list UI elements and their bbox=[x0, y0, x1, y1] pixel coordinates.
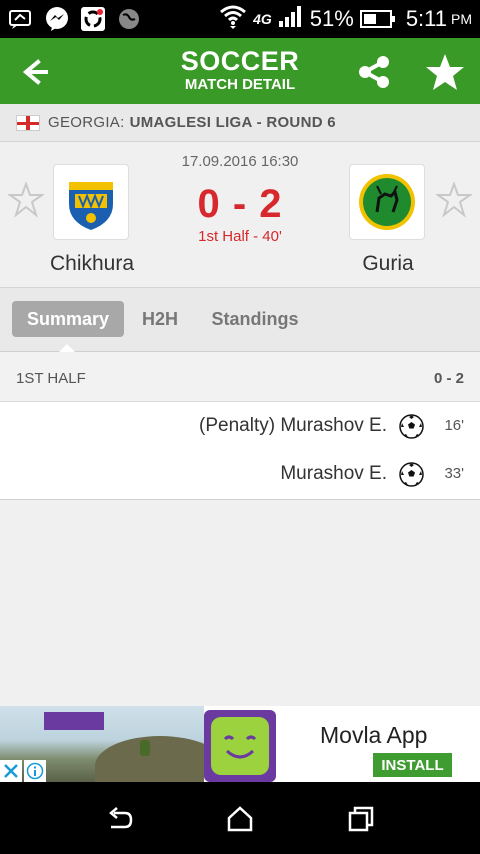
nav-recents-button[interactable] bbox=[346, 804, 376, 834]
half-label: 1ST HALF bbox=[16, 370, 86, 387]
globe-icon bbox=[116, 6, 142, 32]
league-name: UMAGLESI LIGA - ROUND 6 bbox=[129, 114, 336, 131]
star-outline-icon bbox=[434, 181, 474, 218]
messenger-icon bbox=[44, 6, 70, 32]
info-icon bbox=[26, 762, 44, 780]
clock-ampm: PM bbox=[451, 11, 472, 27]
away-team-favorite-button[interactable] bbox=[434, 181, 474, 218]
sync-icon bbox=[80, 6, 106, 32]
match-status: 1st Half - 40' bbox=[198, 228, 282, 245]
star-icon bbox=[426, 54, 464, 90]
signal-icon bbox=[278, 5, 304, 33]
nav-back-button[interactable] bbox=[105, 804, 135, 834]
favorite-match-button[interactable] bbox=[424, 52, 466, 92]
event-list: (Penalty) Murashov E. 16' Murashov E. 33… bbox=[0, 402, 480, 500]
ad-banner[interactable]: Movla App INSTALL bbox=[0, 706, 480, 782]
page-subtitle: MATCH DETAIL bbox=[184, 76, 296, 93]
nav-home-button[interactable] bbox=[225, 804, 255, 834]
battery-icon bbox=[359, 10, 395, 28]
ad-info-button[interactable] bbox=[24, 760, 46, 782]
system-nav-bar bbox=[0, 782, 480, 854]
soccer-ball-icon bbox=[399, 462, 424, 487]
match-score: 0 - 2 bbox=[197, 182, 283, 226]
soccer-ball-icon bbox=[399, 414, 424, 439]
away-team-logo[interactable] bbox=[349, 164, 425, 240]
close-icon bbox=[4, 764, 18, 778]
ad-app-icon bbox=[204, 710, 276, 782]
event-row[interactable]: Murashov E. 33' bbox=[0, 450, 480, 498]
detail-tabs: Summary H2H Standings bbox=[0, 288, 480, 353]
page-title: SOCCER bbox=[180, 46, 300, 76]
battery-percent: 51% bbox=[309, 6, 354, 31]
ad-image-caption bbox=[44, 712, 104, 730]
ad-install-button[interactable]: INSTALL bbox=[373, 753, 452, 777]
home-team-name[interactable]: Chikhura bbox=[22, 252, 162, 276]
ad-title: Movla App bbox=[320, 722, 428, 748]
event-player: (Penalty) Murashov E. bbox=[199, 415, 387, 436]
nav-back-icon bbox=[109, 807, 133, 829]
home-icon bbox=[227, 806, 253, 832]
chikhura-crest-icon bbox=[69, 182, 113, 230]
event-row[interactable]: (Penalty) Murashov E. 16' bbox=[0, 402, 480, 450]
league-header[interactable]: GEORGIA: UMAGLESI LIGA - ROUND 6 bbox=[0, 104, 480, 142]
status-bar: 4G 51% 5:11 PM bbox=[0, 0, 480, 38]
network-type: 4G bbox=[253, 11, 272, 27]
recents-icon bbox=[348, 806, 374, 832]
match-datetime: 17.09.2016 16:30 bbox=[181, 153, 299, 170]
half-score: 0 - 2 bbox=[433, 370, 464, 387]
tab-summary[interactable]: Summary bbox=[12, 301, 124, 337]
ad-close-button[interactable] bbox=[0, 760, 22, 782]
tab-standings[interactable]: Standings bbox=[202, 301, 308, 337]
star-outline-icon bbox=[6, 181, 46, 218]
wifi-icon bbox=[219, 3, 247, 35]
georgia-flag-icon bbox=[16, 114, 40, 131]
half-header: 1ST HALF 0 - 2 bbox=[0, 352, 480, 402]
event-minute: 33' bbox=[444, 465, 464, 482]
match-header: Chikhura 17.09.2016 16:30 0 - 2 1st Half… bbox=[0, 142, 480, 288]
league-country: GEORGIA: bbox=[48, 114, 125, 131]
tab-h2h[interactable]: H2H bbox=[134, 301, 186, 337]
share-button[interactable] bbox=[355, 52, 395, 92]
app-bar: SOCCER MATCH DETAIL bbox=[0, 38, 480, 104]
chat-bubble-icon bbox=[8, 6, 34, 32]
guria-crest-icon bbox=[359, 174, 415, 230]
home-team-logo[interactable] bbox=[53, 164, 129, 240]
clock: 5:11 bbox=[405, 6, 447, 31]
event-minute: 16' bbox=[444, 417, 464, 434]
away-team-name[interactable]: Guria bbox=[318, 252, 458, 276]
event-player: Murashov E. bbox=[280, 463, 387, 484]
share-icon bbox=[359, 56, 389, 88]
home-team-favorite-button[interactable] bbox=[6, 181, 46, 218]
